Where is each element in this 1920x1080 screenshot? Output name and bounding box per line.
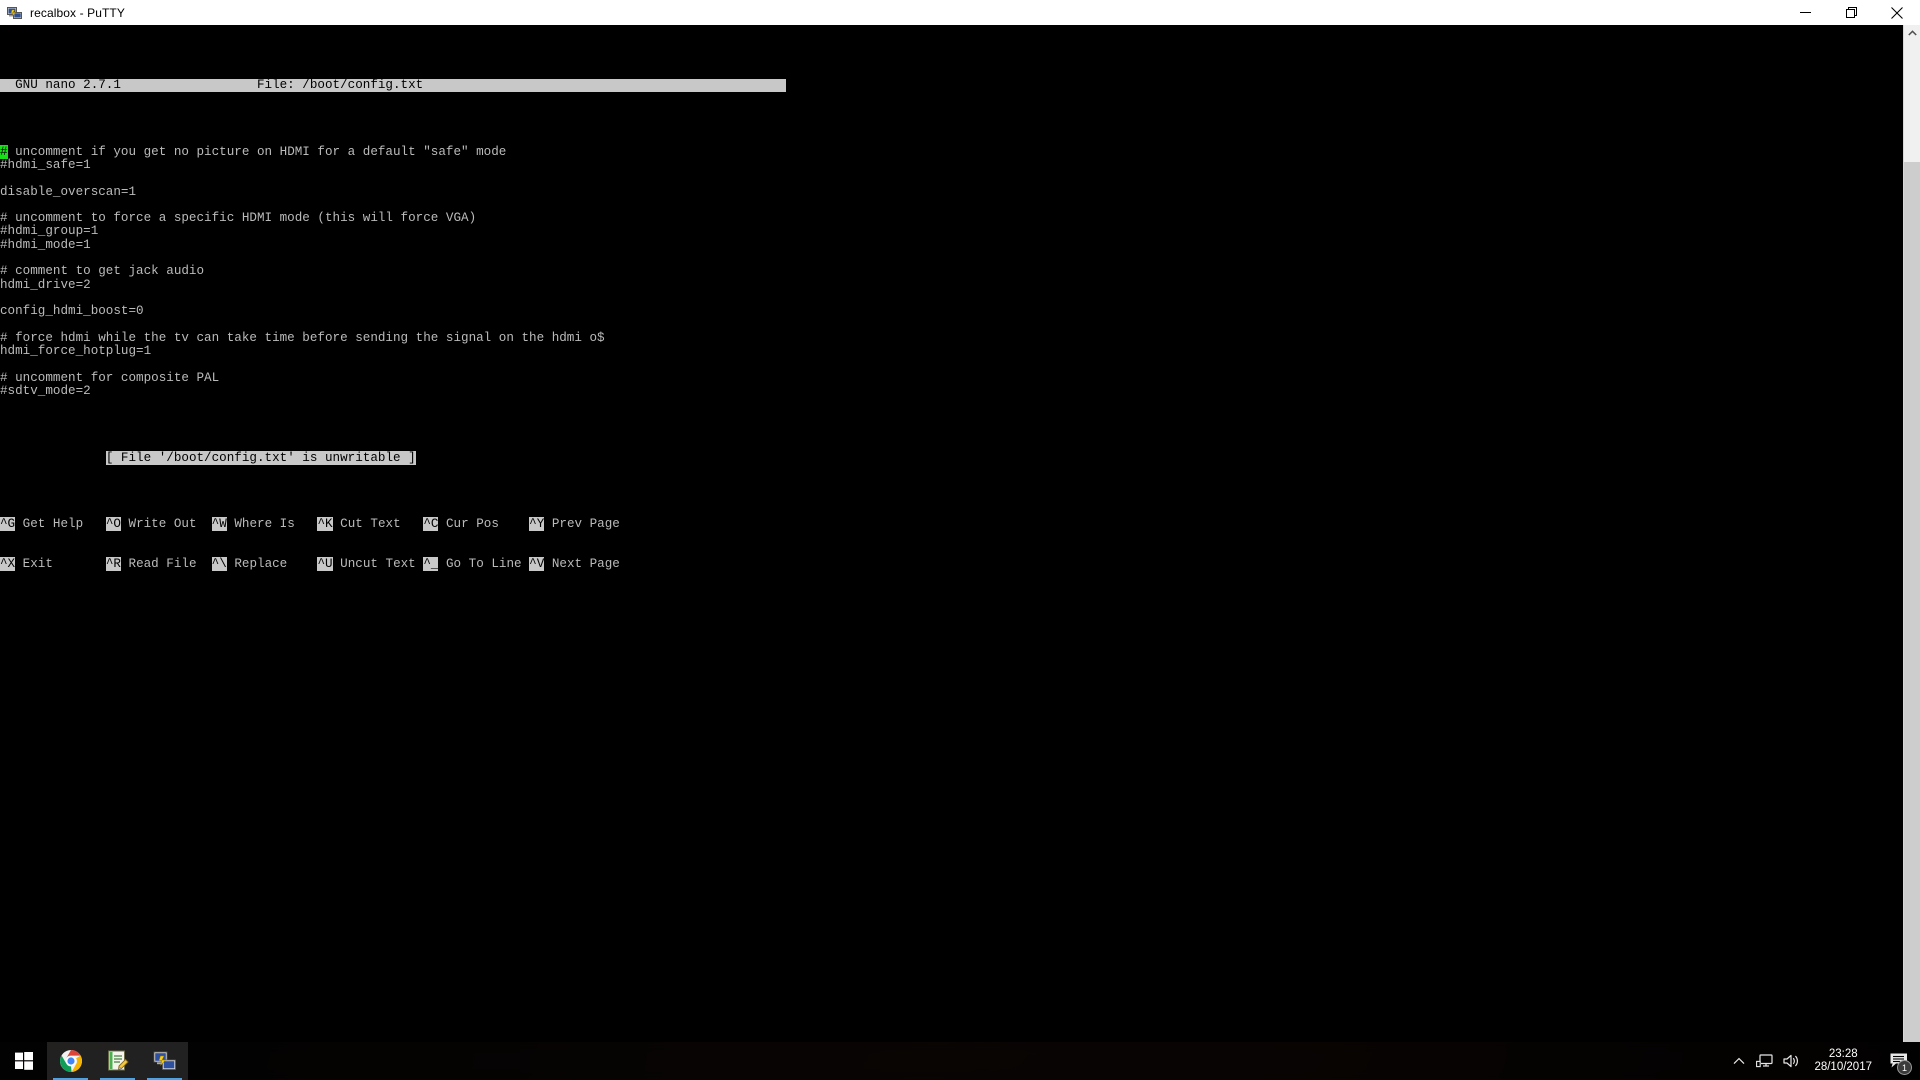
shortcut-label[interactable]: Replace: [227, 557, 318, 571]
nano-line: # uncomment if you get no picture on HDM…: [0, 144, 1903, 159]
shortcut-label[interactable]: Get Help: [15, 517, 106, 531]
nano-line: config_hdmi_boost=0: [0, 304, 144, 319]
nano-line: #hdmi_mode=1: [0, 237, 91, 252]
terminal-scrollbar[interactable]: [1903, 25, 1920, 1042]
shortcut-key[interactable]: ^X: [0, 556, 16, 571]
volume-icon[interactable]: [1778, 1042, 1804, 1080]
terminal-area[interactable]: GNU nano 2.7.1 File: /boot/config.txt # …: [0, 25, 1920, 1042]
chrome-icon: [59, 1050, 82, 1073]
nano-line: # force hdmi while the tv can take time …: [0, 330, 605, 345]
scrollbar-thumb[interactable]: [1904, 42, 1920, 162]
shortcut-key[interactable]: ^\: [211, 556, 227, 571]
shortcut-label[interactable]: Cur Pos: [438, 517, 529, 531]
nano-line: # uncomment to force a specific HDMI mod…: [0, 211, 477, 226]
network-icon[interactable]: [1752, 1042, 1778, 1080]
nano-line: #hdmi_group=1: [0, 224, 99, 239]
nano-line: # uncomment for composite PAL: [0, 370, 220, 385]
nano-shortcuts-row-1[interactable]: ^G Get Help ^O Write Out ^W Where Is ^K …: [0, 516, 1903, 531]
shortcut-label[interactable]: Where Is: [227, 517, 318, 531]
nano-cursor: #: [0, 144, 8, 159]
nano-line: #hdmi_safe=1: [0, 157, 91, 172]
nano-editor[interactable]: GNU nano 2.7.1 File: /boot/config.txt # …: [0, 25, 1903, 1042]
system-tray[interactable]: 23:28 28/10/2017 1: [1726, 1042, 1920, 1080]
maximize-button[interactable]: [1828, 0, 1874, 25]
shortcut-key[interactable]: ^W: [211, 516, 227, 531]
shortcut-label[interactable]: Go To Line: [438, 557, 529, 571]
nano-line: hdmi_force_hotplug=1: [0, 344, 152, 359]
shortcut-key[interactable]: ^O: [105, 516, 121, 531]
nano-line: [0, 319, 1903, 332]
nano-status-message: [ File '/boot/config.txt' is unwritable …: [105, 450, 416, 465]
status-pad: [0, 451, 106, 465]
putty-window: recalbox - PuTTY GNU nano 2.7.1 File: /b…: [0, 0, 1920, 1042]
scrollbar-track[interactable]: [1904, 162, 1920, 1042]
shortcut-key[interactable]: ^R: [105, 556, 121, 571]
shortcut-label[interactable]: Exit: [15, 557, 106, 571]
shortcut-key[interactable]: ^K: [317, 516, 333, 531]
putty-icon: [7, 5, 23, 21]
show-hidden-icons-button[interactable]: [1726, 1042, 1752, 1080]
taskbar-item-putty[interactable]: [141, 1042, 188, 1080]
notepadpp-icon: [107, 1050, 129, 1071]
nano-line: [0, 199, 1903, 212]
nano-shortcuts-row-2[interactable]: ^X Exit ^R Read File ^\ Replace ^U Uncut…: [0, 556, 1903, 571]
shortcut-key[interactable]: ^_: [423, 556, 439, 571]
clock-time: 23:28: [1828, 1048, 1858, 1060]
nano-titlebar: GNU nano 2.7.1 File: /boot/config.txt: [0, 78, 1903, 93]
nano-titlebar-text: GNU nano 2.7.1 File: /boot/config.txt: [0, 78, 786, 93]
shortcut-key[interactable]: ^U: [317, 556, 333, 571]
nano-line: # comment to get jack audio: [0, 264, 205, 279]
nano-line: #sdtv_mode=2: [0, 384, 91, 399]
shortcut-key[interactable]: ^Y: [529, 516, 545, 531]
shortcut-label[interactable]: Uncut Text: [333, 557, 424, 571]
shortcut-label[interactable]: Cut Text: [333, 517, 424, 531]
window-titlebar[interactable]: recalbox - PuTTY: [0, 0, 1920, 25]
shortcut-label[interactable]: Next Page: [544, 557, 635, 571]
windows-taskbar[interactable]: 23:28 28/10/2017 1: [0, 1042, 1920, 1080]
nano-line: [0, 358, 1903, 371]
taskbar-item-chrome[interactable]: [47, 1042, 94, 1080]
window-controls: [1782, 0, 1920, 25]
shortcut-label[interactable]: Read File: [121, 557, 212, 571]
nano-line: disable_overscan=1: [0, 184, 137, 199]
window-title: recalbox - PuTTY: [30, 5, 125, 20]
nano-line: [0, 292, 1903, 305]
nano-line-text: uncomment if you get no picture on HDMI …: [7, 144, 507, 159]
nano-line: [0, 252, 1903, 265]
shortcut-key[interactable]: ^C: [423, 516, 439, 531]
nano-line: [0, 172, 1903, 185]
shortcut-key[interactable]: ^V: [529, 556, 545, 571]
clock-date: 28/10/2017: [1814, 1061, 1872, 1073]
taskbar-clock[interactable]: 23:28 28/10/2017: [1804, 1048, 1882, 1074]
nano-status-row: [ File '/boot/config.txt' is unwritable …: [0, 450, 1903, 465]
shortcut-label[interactable]: Write Out: [121, 517, 212, 531]
nano-file-content[interactable]: # uncomment if you get no picture on HDM…: [0, 144, 1903, 399]
action-center-button[interactable]: 1: [1882, 1042, 1916, 1080]
scroll-up-button[interactable]: [1904, 25, 1920, 42]
putty-icon: [153, 1051, 176, 1070]
windows-start-icon: [14, 1052, 33, 1070]
minimize-button[interactable]: [1782, 0, 1828, 25]
taskbar-item-notepadpp[interactable]: [94, 1042, 141, 1080]
shortcut-key[interactable]: ^G: [0, 516, 16, 531]
notification-count-badge: 1: [1897, 1060, 1912, 1075]
close-button[interactable]: [1874, 0, 1920, 25]
shortcut-label[interactable]: Prev Page: [544, 517, 635, 531]
nano-line: hdmi_drive=2: [0, 277, 91, 292]
start-button[interactable]: [0, 1042, 47, 1080]
